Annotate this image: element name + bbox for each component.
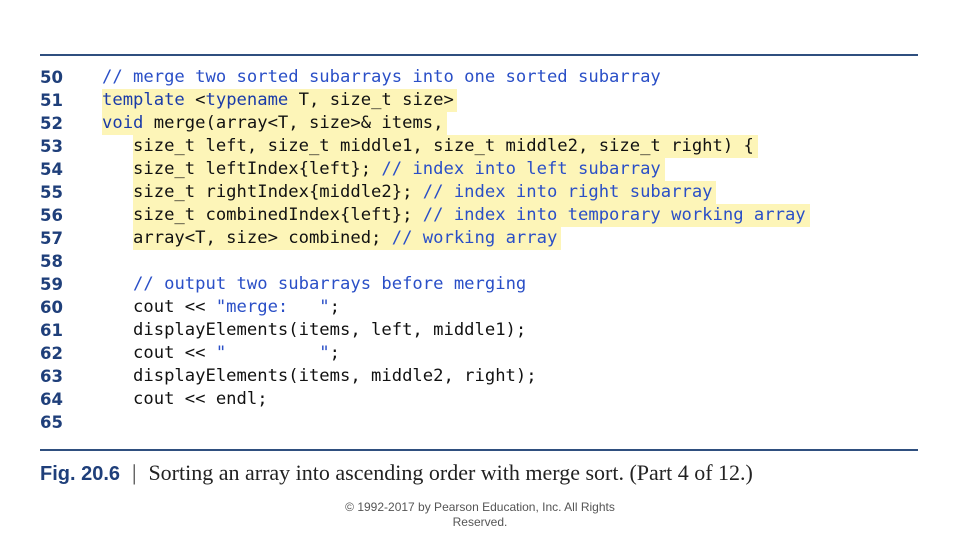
code-text: size_t leftIndex{left}; // index into le…	[102, 158, 661, 181]
code-line: 57 array<T, size> combined; // working a…	[40, 227, 918, 250]
code-text: // output two subarrays before merging	[102, 273, 526, 296]
top-rule	[40, 54, 918, 56]
line-number: 65	[40, 413, 63, 432]
code-line: 58	[40, 250, 918, 273]
code-token: ;	[329, 343, 341, 363]
copyright-line-2: Reserved.	[452, 515, 508, 529]
line-number: 64	[40, 390, 63, 409]
code-token: ;	[329, 297, 341, 317]
code-token: size_t combinedIndex{left};	[102, 205, 423, 225]
code-token: size_t rightIndex{middle2};	[102, 182, 423, 202]
bottom-rule	[40, 449, 918, 451]
code-text: cout << endl;	[102, 388, 268, 411]
code-keyword: template	[102, 90, 185, 110]
copyright-line-1: © 1992-2017 by Pearson Education, Inc. A…	[345, 500, 615, 514]
code-comment: // index into right subarray	[422, 182, 713, 202]
code-text: void merge(array<T, size>& items,	[102, 112, 444, 135]
code-token: cout <<	[102, 297, 216, 317]
code-comment: // index into left subarray	[381, 159, 661, 179]
code-comment: // working array	[391, 228, 558, 248]
code-token: cout <<	[102, 343, 216, 363]
code-token: merge(array<T, size>& items,	[143, 113, 444, 133]
code-line: 50 // merge two sorted subarrays into one…	[40, 66, 918, 89]
code-token: T, size_t size>	[288, 90, 454, 110]
figure-caption: Fig. 20.6 | Sorting an array into ascendin…	[40, 458, 753, 488]
code-keyword: typename	[205, 90, 289, 110]
code-line: 63 displayElements(items, middle2, right…	[40, 365, 918, 388]
line-number: 59	[40, 275, 63, 294]
code-text: size_t rightIndex{middle2}; // index int…	[102, 181, 713, 204]
code-text: cout << "merge: ";	[102, 296, 340, 319]
code-token: <	[184, 90, 206, 110]
code-text: cout << " ";	[102, 342, 340, 365]
code-comment: // index into temporary working array	[422, 205, 806, 225]
code-text: template <typename T, size_t size>	[102, 89, 454, 112]
code-token: displayElements(items, middle2, right);	[102, 366, 537, 386]
code-line: 64 cout << endl;	[40, 388, 918, 411]
line-number: 63	[40, 367, 63, 386]
code-line: 56 size_t combinedIndex{left}; // index …	[40, 204, 918, 227]
code-text: // merge two sorted subarrays into one s…	[102, 66, 661, 89]
code-token: size_t left, size_t middle1, size_t midd…	[102, 136, 754, 156]
code-token: cout << endl;	[102, 389, 268, 409]
line-number: 53	[40, 137, 63, 156]
code-comment: // merge two sorted subarrays into one s…	[102, 67, 661, 87]
code-token: displayElements(items, left, middle1);	[102, 320, 527, 340]
code-line: 59 // output two subarrays before mergin…	[40, 273, 918, 296]
copyright-footer: © 1992-2017 by Pearson Education, Inc. A…	[330, 500, 630, 530]
line-number: 57	[40, 229, 63, 248]
code-comment: // output two subarrays before merging	[133, 274, 527, 294]
line-number: 51	[40, 91, 63, 110]
code-line: 51 template <typename T, size_t size>	[40, 89, 918, 112]
code-line: 55 size_t rightIndex{middle2}; // index …	[40, 181, 918, 204]
code-string: "merge: "	[215, 297, 330, 317]
code-text: size_t left, size_t middle1, size_t midd…	[102, 135, 754, 158]
caption-separator: |	[132, 460, 137, 485]
figure-label: Fig. 20.6	[40, 463, 121, 485]
line-number: 61	[40, 321, 63, 340]
line-number: 60	[40, 298, 63, 317]
line-number: 50	[40, 68, 63, 87]
code-line: 62 cout << " ";	[40, 342, 918, 365]
code-line: 65	[40, 411, 918, 434]
code-line: 61 displayElements(items, left, middle1)…	[40, 319, 918, 342]
code-line: 54 size_t leftIndex{left}; // index into…	[40, 158, 918, 181]
code-text: size_t combinedIndex{left}; // index int…	[102, 204, 806, 227]
line-number: 58	[40, 252, 63, 271]
line-number: 55	[40, 183, 63, 202]
line-number: 54	[40, 160, 63, 179]
code-text: array<T, size> combined; // working arra…	[102, 227, 557, 250]
code-keyword: void	[102, 113, 144, 133]
code-line: 52 void merge(array<T, size>& items,	[40, 112, 918, 135]
line-number: 62	[40, 344, 63, 363]
line-number: 56	[40, 206, 63, 225]
code-text: displayElements(items, middle2, right);	[102, 365, 537, 388]
code-token: size_t leftIndex{left};	[102, 159, 382, 179]
caption-text: Sorting an array into ascending order wi…	[148, 460, 753, 485]
code-token: array<T, size> combined;	[102, 228, 392, 248]
line-number: 52	[40, 114, 63, 133]
code-string: " "	[215, 343, 330, 363]
code-text: displayElements(items, left, middle1);	[102, 319, 526, 342]
code-line: 53 size_t left, size_t middle1, size_t m…	[40, 135, 918, 158]
code-line: 60 cout << "merge: ";	[40, 296, 918, 319]
code-listing: 50 // merge two sorted subarrays into one…	[40, 66, 918, 436]
